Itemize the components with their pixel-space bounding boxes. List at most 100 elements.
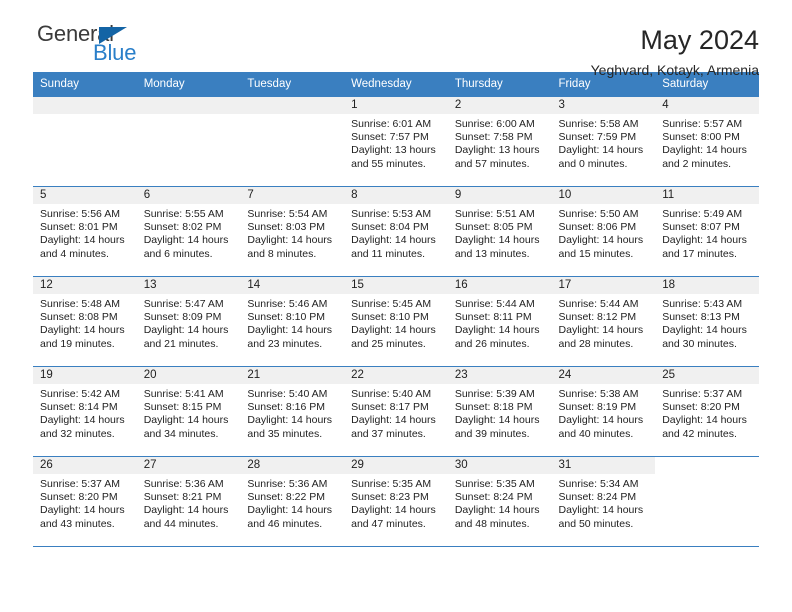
weekday-header-wednesday: Wednesday — [344, 72, 448, 97]
daylight-text-line1: Daylight: 14 hours — [662, 144, 747, 157]
day-cell-inner: 27 Sunrise: 5:36 AM Sunset: 8:21 PM Dayligh… — [136, 457, 241, 545]
calendar-day-cell[interactable]: 2 Sunrise: 6:00 AM Sunset: 7:58 PM Daylight… — [447, 97, 552, 187]
calendar-day-cell[interactable]: 24 Sunrise: 5:38 AM Sunset: 8:19 PM Dayligh… — [551, 366, 656, 457]
calendar-day-cell[interactable]: 19 Sunrise: 5:42 AM Sunset: 8:14 PM Dayligh… — [33, 366, 137, 457]
calendar-day-cell[interactable]: 27 Sunrise: 5:36 AM Sunset: 8:21 PM Dayligh… — [136, 456, 241, 547]
daylight-text-line1: Daylight: 14 hours — [247, 414, 333, 427]
daylight-text-line2: and 55 minutes. — [351, 157, 426, 170]
daylight-text-line2: and 11 minutes. — [351, 247, 426, 260]
calendar-day-cell[interactable]: 25 Sunrise: 5:37 AM Sunset: 8:20 PM Dayligh… — [655, 366, 759, 457]
calendar-day-cell[interactable] — [136, 97, 241, 187]
day-cell-details: Sunrise: 5:37 AM Sunset: 8:20 PM Daylight:… — [33, 474, 137, 531]
day-cell-details: Sunrise: 5:35 AM Sunset: 8:23 PM Daylight:… — [344, 474, 448, 531]
calendar-day-cell[interactable]: 16 Sunrise: 5:44 AM Sunset: 8:11 PM Dayligh… — [447, 276, 552, 367]
sunset-text: Sunset: 8:20 PM — [662, 401, 740, 414]
day-cell-inner: 9 Sunrise: 5:51 AM Sunset: 8:05 PM Daylight… — [447, 187, 552, 275]
calendar-day-cell[interactable]: 5 Sunrise: 5:56 AM Sunset: 8:01 PM Daylight… — [33, 186, 137, 277]
day-cell-inner: 29 Sunrise: 5:35 AM Sunset: 8:23 PM Dayligh… — [344, 457, 448, 545]
day-number: 19 — [33, 367, 137, 384]
daylight-text-line2: and 30 minutes. — [662, 337, 737, 350]
day-cell-details: Sunrise: 5:58 AM Sunset: 7:59 PM Daylight:… — [552, 114, 656, 171]
calendar-day-cell[interactable]: 17 Sunrise: 5:44 AM Sunset: 8:12 PM Dayligh… — [551, 276, 656, 367]
daylight-text-line2: and 44 minutes. — [143, 517, 219, 530]
calendar-day-cell[interactable]: 1 Sunrise: 6:01 AM Sunset: 7:57 PM Daylight… — [344, 97, 448, 187]
day-number: 11 — [655, 187, 759, 204]
sunset-text: Sunset: 8:11 PM — [454, 311, 532, 324]
calendar-week-row: 5 Sunrise: 5:56 AM Sunset: 8:01 PM Daylight… — [33, 186, 759, 277]
daylight-text-line1: Daylight: 14 hours — [454, 324, 540, 337]
day-cell-details: Sunrise: 5:43 AM Sunset: 8:13 PM Daylight:… — [655, 294, 759, 351]
calendar-day-cell[interactable]: 7 Sunrise: 5:54 AM Sunset: 8:03 PM Daylight… — [240, 186, 345, 277]
calendar-day-cell[interactable]: 11 Sunrise: 5:49 AM Sunset: 8:07 PM Dayligh… — [655, 186, 759, 277]
sunset-text: Sunset: 8:07 PM — [662, 221, 740, 234]
page-header: General Blue May 2024 Yeghvard, Kotayk, … — [33, 0, 759, 79]
calendar-day-cell[interactable]: 3 Sunrise: 5:58 AM Sunset: 7:59 PM Daylight… — [551, 97, 656, 187]
sunset-text: Sunset: 8:01 PM — [40, 221, 118, 234]
day-cell-inner: 31 Sunrise: 5:34 AM Sunset: 8:24 PM Dayligh… — [551, 457, 656, 545]
day-number: 29 — [344, 457, 448, 474]
calendar-day-cell[interactable]: 13 Sunrise: 5:47 AM Sunset: 8:09 PM Dayligh… — [136, 276, 241, 367]
sunset-text: Sunset: 8:23 PM — [351, 491, 429, 504]
calendar-day-cell[interactable]: 28 Sunrise: 5:36 AM Sunset: 8:22 PM Dayligh… — [240, 456, 345, 547]
calendar-day-cell[interactable] — [33, 97, 137, 187]
sunrise-text: Sunrise: 5:35 AM — [454, 478, 535, 490]
calendar-day-cell[interactable]: 8 Sunrise: 5:53 AM Sunset: 8:04 PM Daylight… — [344, 186, 448, 277]
page-title: May 2024 — [640, 25, 759, 55]
sunset-text: Sunset: 7:59 PM — [558, 131, 637, 144]
day-cell-details — [655, 474, 759, 478]
calendar-day-cell[interactable]: 15 Sunrise: 5:45 AM Sunset: 8:10 PM Dayligh… — [344, 276, 448, 367]
sunset-text: Sunset: 8:00 PM — [662, 131, 740, 144]
day-number: 26 — [33, 457, 137, 474]
day-cell-inner: 20 Sunrise: 5:41 AM Sunset: 8:15 PM Dayligh… — [136, 367, 241, 455]
calendar-day-cell[interactable]: 12 Sunrise: 5:48 AM Sunset: 8:08 PM Dayligh… — [33, 276, 137, 367]
day-cell-details — [33, 114, 137, 118]
sunrise-text: Sunrise: 6:00 AM — [454, 118, 535, 130]
daylight-text-line1: Daylight: 14 hours — [351, 234, 436, 247]
day-number — [136, 97, 241, 114]
sunset-text: Sunset: 8:19 PM — [558, 401, 637, 414]
calendar-day-cell[interactable]: 9 Sunrise: 5:51 AM Sunset: 8:05 PM Daylight… — [447, 186, 552, 277]
calendar-day-cell[interactable]: 10 Sunrise: 5:50 AM Sunset: 8:06 PM Dayligh… — [551, 186, 656, 277]
day-number: 30 — [447, 457, 552, 474]
sunset-text: Sunset: 8:12 PM — [558, 311, 637, 324]
calendar-day-cell[interactable]: 29 Sunrise: 5:35 AM Sunset: 8:23 PM Dayligh… — [344, 456, 448, 547]
weekday-header-thursday: Thursday — [447, 72, 552, 97]
daylight-text-line2: and 4 minutes. — [40, 247, 109, 260]
day-number — [240, 97, 345, 114]
daylight-text-line2: and 19 minutes. — [40, 337, 115, 350]
day-number: 3 — [551, 97, 656, 114]
sunrise-text: Sunrise: 5:44 AM — [558, 298, 639, 310]
calendar-day-cell[interactable]: 20 Sunrise: 5:41 AM Sunset: 8:15 PM Dayligh… — [136, 366, 241, 457]
calendar-week-row: 1 Sunrise: 6:01 AM Sunset: 7:57 PM Daylight… — [33, 97, 759, 187]
sunset-text: Sunset: 7:58 PM — [454, 131, 533, 144]
daylight-text-line1: Daylight: 14 hours — [662, 324, 747, 337]
day-cell-details: Sunrise: 5:39 AM Sunset: 8:18 PM Daylight:… — [448, 384, 552, 441]
sunset-text: Sunset: 8:13 PM — [662, 311, 740, 324]
calendar-day-cell[interactable]: 14 Sunrise: 5:46 AM Sunset: 8:10 PM Dayligh… — [240, 276, 345, 367]
day-number: 14 — [240, 277, 345, 294]
calendar-day-cell[interactable] — [655, 456, 759, 547]
calendar-day-cell[interactable]: 6 Sunrise: 5:55 AM Sunset: 8:02 PM Daylight… — [136, 186, 241, 277]
day-cell-details: Sunrise: 5:46 AM Sunset: 8:10 PM Daylight:… — [240, 294, 344, 351]
day-cell-inner: 25 Sunrise: 5:37 AM Sunset: 8:20 PM Dayligh… — [655, 367, 759, 455]
day-cell-inner: 5 Sunrise: 5:56 AM Sunset: 8:01 PM Daylight… — [33, 187, 137, 275]
calendar-day-cell[interactable]: 18 Sunrise: 5:43 AM Sunset: 8:13 PM Dayligh… — [655, 276, 759, 367]
daylight-text-line2: and 2 minutes. — [662, 157, 732, 170]
day-cell-inner: 16 Sunrise: 5:44 AM Sunset: 8:11 PM Dayligh… — [447, 277, 552, 365]
sunset-text: Sunset: 8:24 PM — [558, 491, 637, 504]
calendar-day-cell[interactable] — [240, 97, 345, 187]
calendar-day-cell[interactable]: 21 Sunrise: 5:40 AM Sunset: 8:16 PM Dayligh… — [240, 366, 345, 457]
calendar-day-cell[interactable]: 23 Sunrise: 5:39 AM Sunset: 8:18 PM Dayligh… — [447, 366, 552, 457]
calendar-day-cell[interactable]: 22 Sunrise: 5:40 AM Sunset: 8:17 PM Dayligh… — [344, 366, 448, 457]
day-cell-details: Sunrise: 6:01 AM Sunset: 7:57 PM Daylight:… — [344, 114, 448, 171]
calendar-day-cell[interactable]: 31 Sunrise: 5:34 AM Sunset: 8:24 PM Dayligh… — [551, 456, 656, 547]
calendar-day-cell[interactable]: 26 Sunrise: 5:37 AM Sunset: 8:20 PM Dayligh… — [33, 456, 137, 547]
daylight-text-line1: Daylight: 14 hours — [247, 324, 333, 337]
calendar-day-cell[interactable]: 30 Sunrise: 5:35 AM Sunset: 8:24 PM Dayligh… — [447, 456, 552, 547]
general-blue-logo[interactable]: General Blue — [33, 22, 167, 70]
daylight-text-line2: and 43 minutes. — [40, 517, 115, 530]
daylight-text-line2: and 47 minutes. — [351, 517, 426, 530]
calendar-day-cell[interactable]: 4 Sunrise: 5:57 AM Sunset: 8:00 PM Daylight… — [655, 97, 759, 187]
sunrise-text: Sunrise: 5:36 AM — [247, 478, 328, 490]
day-number: 7 — [240, 187, 345, 204]
